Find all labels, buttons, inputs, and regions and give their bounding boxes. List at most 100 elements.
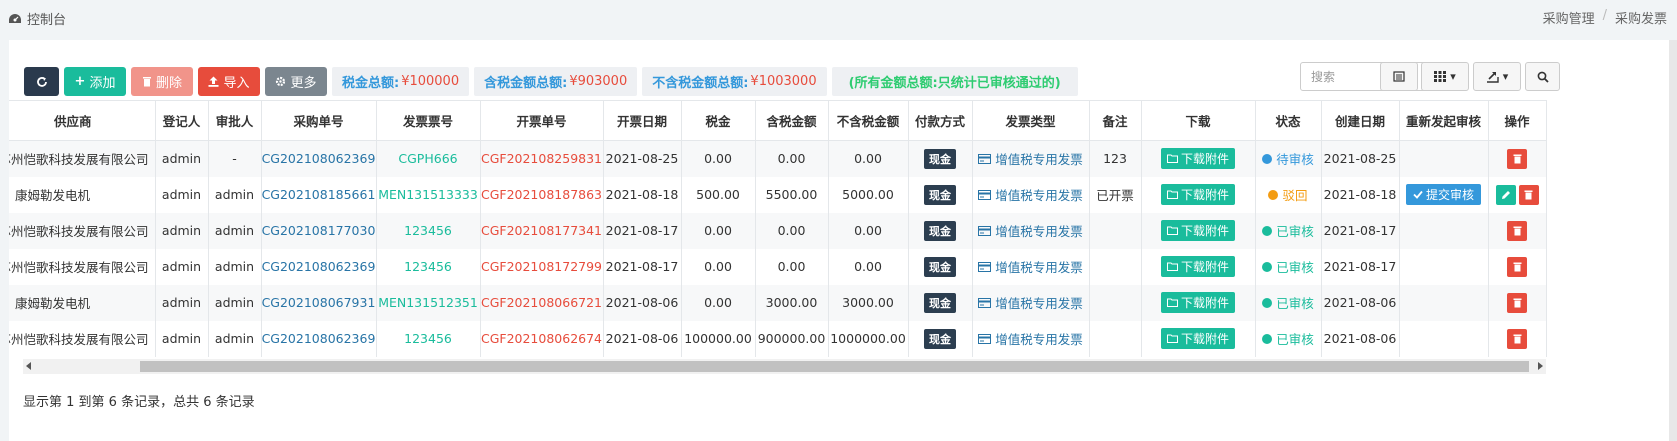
toggle-view-button[interactable] [1380,62,1418,91]
column-header[interactable]: 含税金额 [755,100,829,141]
delete-row-button[interactable] [1518,184,1539,205]
table-row[interactable]: 康姆勒发电机 admin admin CG202108067931 MEN1315123… [9,284,1547,321]
export-button[interactable]: ▾ [1473,62,1521,91]
table-row[interactable]: 苏州恺歌科技发展有限公司 admin admin CG202108177030 1234… [9,212,1547,249]
cell-invoice-type: 增值税专用发票 [972,140,1090,177]
delete-row-button[interactable] [1507,148,1527,169]
column-header[interactable]: 状态 [1255,100,1322,141]
breadcrumb-item-purchase-management[interactable]: 采购管理 [1543,8,1595,27]
download-attachment-button[interactable]: 下载附件 [1160,292,1235,313]
submit-review-button[interactable]: 提交审核 [1405,184,1481,205]
column-header[interactable]: 不含税金额 [828,100,909,141]
cell-billing-date: 2021-08-06 [603,320,682,357]
column-header[interactable]: 发票票号 [376,100,481,141]
import-button[interactable]: 导入 [198,67,260,96]
delete-button[interactable]: 删除 [131,67,193,96]
download-attachment-button[interactable]: 下载附件 [1160,328,1235,349]
column-header[interactable]: 备注 [1089,100,1142,141]
column-header[interactable]: 采购单号 [261,100,377,141]
cell-registrar: admin [155,212,209,249]
status-dot-icon [1262,225,1273,236]
column-header[interactable]: 发票类型 [972,100,1090,141]
column-header[interactable]: 操作 [1488,100,1547,141]
cell-po-number[interactable]: CG202108062369 [261,320,377,357]
download-attachment-button[interactable]: 下载附件 [1160,256,1235,277]
table-row[interactable]: 苏州恺歌科技发展有限公司 admin admin CG202108062369 1234… [9,248,1547,285]
cell-po-number[interactable]: CG202108062369 [261,248,377,285]
table-row[interactable]: 康姆勒发电机 admin admin CG202108185661 MEN1315133… [9,176,1547,213]
delete-row-button[interactable] [1507,256,1527,277]
cell-invoice-number[interactable]: 123456 [376,212,481,249]
cell-invoice-number[interactable]: CGPH666 [376,140,481,177]
dashboard-title[interactable]: 控制台 [8,9,66,28]
trash-icon [1513,298,1521,307]
cell-supplier: 苏州恺歌科技发展有限公司 [9,140,156,177]
cell-tax: 0.00 [681,248,756,285]
trash-icon [1513,226,1521,235]
horizontal-scrollbar[interactable] [23,359,1546,374]
vertical-scrollbar[interactable] [1669,40,1677,441]
cell-po-number[interactable]: CG202108062369 [261,140,377,177]
cell-resubmit [1399,284,1489,321]
cell-invoice-number[interactable]: 123456 [376,248,481,285]
column-header[interactable]: 付款方式 [908,100,973,141]
cell-created-date: 2021-08-17 [1321,212,1400,249]
columns-button[interactable]: ▾ [1421,62,1469,91]
cell-payment-method: 现金 [908,320,973,357]
column-header[interactable]: 下载 [1141,100,1256,141]
cell-billing-number[interactable]: CGF202108177341 [480,212,604,249]
cell-tax-inclusive: 3000.00 [755,284,829,321]
scrollbar-thumb[interactable] [140,361,1529,372]
delete-row-button[interactable] [1507,328,1527,349]
cell-billing-number[interactable]: CGF202108062674 [480,320,604,357]
cell-billing-number[interactable]: CGF202108172799 [480,248,604,285]
cell-invoice-number[interactable]: MEN131513333 [376,176,481,213]
delete-row-button[interactable] [1507,292,1527,313]
scroll-right-icon[interactable] [1538,362,1543,370]
column-header[interactable]: 审批人 [208,100,262,141]
column-header[interactable]: 登记人 [155,100,209,141]
status-dot-icon [1268,189,1279,200]
cell-created-date: 2021-08-18 [1321,176,1400,213]
payment-badge: 现金 [924,184,956,205]
upload-icon [208,76,219,87]
column-header[interactable]: 开票单号 [480,100,604,141]
trash-icon [142,77,151,87]
cell-supplier: 苏州恺歌科技发展有限公司 [9,212,156,249]
add-button[interactable]: + 添加 [64,67,126,96]
column-header[interactable]: 开票日期 [603,100,682,141]
status-dot-icon [1262,333,1273,344]
payment-badge: 现金 [924,256,956,277]
cell-tax-inclusive: 0.00 [755,140,829,177]
table-row[interactable]: 苏州恺歌科技发展有限公司 admin admin CG202108062369 1234… [9,320,1547,357]
cell-billing-number[interactable]: CGF202108187863 [480,176,604,213]
cell-po-number[interactable]: CG202108185661 [261,176,377,213]
download-attachment-button[interactable]: 下载附件 [1160,220,1235,241]
table-header-row: 供应商 登记人 审批人 采购单号 发票票号 开票单号 开票日期 税金 含税金额 … [9,100,1547,141]
more-button[interactable]: 更多 [265,67,327,96]
column-header[interactable]: 重新发起审核 [1399,100,1489,141]
cell-billing-number[interactable]: CGF202108259831 [480,140,604,177]
table-row[interactable]: 苏州恺歌科技发展有限公司 admin - CG202108062369 CGPH666 C… [9,140,1547,177]
scroll-left-icon[interactable] [26,362,31,370]
status-dot-icon [1262,153,1273,164]
cell-invoice-number[interactable]: 123456 [376,320,481,357]
cell-po-number[interactable]: CG202108177030 [261,212,377,249]
cell-approver: admin [208,248,262,285]
column-header[interactable]: 供应商 [9,100,156,141]
cell-po-number[interactable]: CG202108067931 [261,284,377,321]
delete-row-button[interactable] [1507,220,1527,241]
cell-tax: 100000.00 [681,320,756,357]
folder-icon [1166,262,1178,271]
cell-billing-number[interactable]: CGF202108066721 [480,284,604,321]
cell-approver: admin [208,212,262,249]
download-attachment-button[interactable]: 下载附件 [1160,148,1235,170]
column-header[interactable]: 创建日期 [1321,100,1400,141]
cell-registrar: admin [155,176,209,213]
refresh-button[interactable] [24,67,59,96]
column-header[interactable]: 税金 [681,100,756,141]
edit-button[interactable] [1495,184,1516,205]
search-button[interactable] [1525,62,1560,91]
cell-invoice-number[interactable]: MEN131512351 [376,284,481,321]
download-attachment-button[interactable]: 下载附件 [1160,184,1235,205]
